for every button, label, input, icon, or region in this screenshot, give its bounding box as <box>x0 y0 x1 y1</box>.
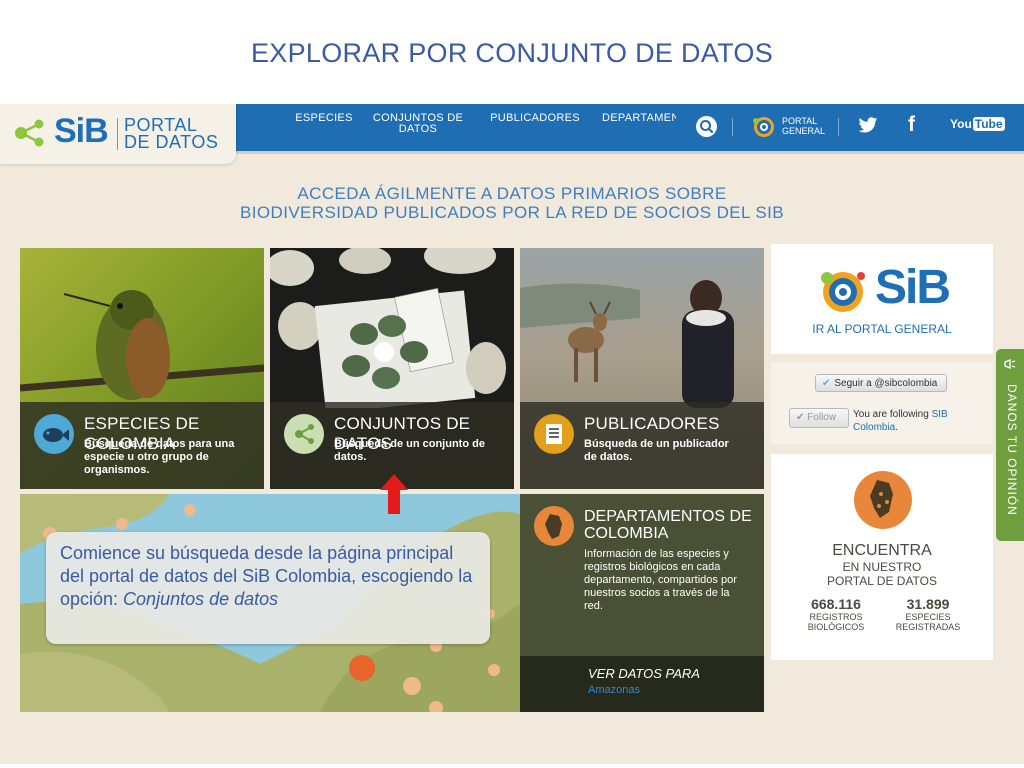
tile-title: PUBLICADORES <box>584 414 720 433</box>
tile-title-line1: DEPARTAMENTOS DE <box>584 508 752 525</box>
registros-value: 668.116 <box>811 596 861 612</box>
tagline-line1: ACCEDA ÁGILMENTE A DATOS PRIMARIOS SOBRE <box>297 184 727 203</box>
especies-label: REGISTRADAS <box>895 622 961 632</box>
twitter-icon: ✔ <box>822 377 831 389</box>
ver-datos-label: VER DATOS PARA <box>588 666 700 681</box>
nav-label: DEPARTAMEN <box>602 113 676 124</box>
nav-publicadores[interactable]: PUBLICADORES <box>488 113 582 124</box>
navbar-shadow <box>236 151 1024 154</box>
especies-value: 31.899 <box>906 596 950 612</box>
bird-eggs-image <box>270 248 506 408</box>
facebook-icon[interactable]: f <box>908 113 915 137</box>
sib-portal-logo[interactable]: SiB PORTAL DE DATOS <box>0 104 236 164</box>
tagline-line2: BIODIVERSIDAD PUBLICADOS POR LA RED DE S… <box>240 203 784 222</box>
ver-datos-panel[interactable]: VER DATOS PARA Amazonas <box>520 656 764 712</box>
slide-title: EXPLORAR POR CONJUNTO DE DATOS <box>250 38 774 68</box>
tile-title-line2: COLOMBIA <box>584 525 669 542</box>
nav-conjuntos-de-datos[interactable]: CONJUNTOS DE DATOS <box>372 113 464 135</box>
nav-especies[interactable]: ESPECIES <box>292 113 356 124</box>
especies-stat: 31.899 ESPECIES REGISTRADAS <box>883 596 973 632</box>
encuentra-line: EN NUESTRO <box>842 560 922 574</box>
portal-general-logo-icon[interactable] <box>751 114 777 140</box>
network-nodes-icon <box>15 119 44 147</box>
hummingbird-image <box>20 290 264 400</box>
nav-label: DATOS <box>398 123 438 135</box>
nav-departamentos[interactable]: DEPARTAMEN <box>602 113 676 124</box>
fish-icon <box>34 414 74 454</box>
nav-label: ESPECIES <box>295 112 353 124</box>
colombia-map-icon <box>534 506 574 546</box>
feedback-label[interactable]: DANOS TU OPINIÓN <box>1005 384 1019 516</box>
portal-screenshot: SiB PORTAL DE DATOS ESPECIES CONJUNTOS D… <box>0 104 1024 764</box>
nav-divider <box>838 118 839 136</box>
tile-description: Búsqueda de un publicador de datos. <box>584 438 729 463</box>
region-link[interactable]: Amazonas <box>588 684 640 696</box>
nav-label: PUBLICADORES <box>490 112 580 124</box>
encuentra-line: ENCUENTRA <box>832 542 932 559</box>
youtube-icon[interactable]: You Tube <box>950 117 1005 131</box>
instruction-callout: Comience su búsqueda desde la página pri… <box>46 532 490 644</box>
logo-portal-text: PORTAL DE DATOS <box>124 116 219 152</box>
following-text: You are following <box>853 409 929 420</box>
portal-general-line2: GENERAL <box>782 126 826 136</box>
search-button[interactable] <box>696 116 717 137</box>
logo-separator <box>117 118 118 150</box>
network-nodes-icon <box>284 414 324 454</box>
encuentra-line: PORTAL DE DATOS <box>826 574 938 588</box>
following-status: You are following SIB Colombia. <box>853 409 948 433</box>
tile-conjuntos-de-datos[interactable]: CONJUNTOS DE DATOS Búsqueda de un conjun… <box>270 248 514 489</box>
tile-description: Búsqueda de un conjunto de datos. <box>334 438 485 463</box>
tagline: ACCEDA ÁGILMENTE A DATOS PRIMARIOS SOBRE… <box>0 184 1024 222</box>
tile-publicadores[interactable]: PUBLICADORES Búsqueda de un publicador d… <box>520 248 764 489</box>
callout-text-italic: Conjuntos de datos <box>123 589 279 609</box>
tile-caption: ESPECIES DE COLOMBIA Búsqueda de datos p… <box>20 402 264 489</box>
following-link[interactable]: Colombia <box>853 422 895 433</box>
youtube-tube: Tube <box>972 117 1005 131</box>
tile-caption: PUBLICADORES Búsqueda de un publicador d… <box>520 402 764 489</box>
ir-portal-link[interactable]: IR AL PORTAL GENERAL <box>771 322 993 336</box>
search-icon <box>700 120 714 134</box>
check-icon: ✔ <box>796 412 805 423</box>
top-navbar: ESPECIES CONJUNTOS DE DATOS PUBLICADORES… <box>236 104 1024 151</box>
sib-logo-icon <box>821 272 865 312</box>
megaphone-icon <box>1004 359 1016 369</box>
tile-description: Búsqueda de datos para una especie u otr… <box>84 438 235 476</box>
logo-sib-text: SiB <box>54 112 109 150</box>
registros-stat: 668.116 REGISTROS BIOLÓGICOS <box>791 596 881 632</box>
tile-especies-de-colombia[interactable]: ESPECIES DE COLOMBIA Búsqueda de datos p… <box>20 248 264 489</box>
nav-divider <box>732 118 733 136</box>
tile-departamentos-de-colombia[interactable]: DEPARTAMENTOS DE COLOMBIA Información de… <box>520 494 764 712</box>
tile-description: Información de las especies y registros … <box>584 548 737 612</box>
logo-portal-line2: DE DATOS <box>124 132 219 152</box>
ir-portal-general-card[interactable]: SiB IR AL PORTAL GENERAL <box>771 244 993 354</box>
registros-label: REGISTROS <box>809 612 863 622</box>
follow-label: Follow <box>807 412 837 423</box>
twitter-icon[interactable] <box>858 117 878 134</box>
registros-label: BIOLÓGICOS <box>807 622 865 632</box>
portal-general-link[interactable]: PORTAL GENERAL <box>782 116 825 136</box>
following-link[interactable]: SIB <box>932 409 948 420</box>
colombia-map-icon <box>854 471 912 529</box>
twitter-follow-card: ✔ Seguir a @sibcolombia ✔ Follow You are… <box>771 362 993 444</box>
deer-and-person-image <box>520 280 734 408</box>
seguir-label: Seguir a @sibcolombia <box>834 377 938 389</box>
sidebar-sib-text: SiB <box>875 261 951 314</box>
follow-button[interactable]: ✔ Follow <box>789 408 849 428</box>
portal-general-line1: PORTAL <box>782 116 818 126</box>
seguir-button[interactable]: ✔ Seguir a @sibcolombia <box>815 374 947 392</box>
especies-label: ESPECIES <box>905 612 951 622</box>
tile-title: DEPARTAMENTOS DE COLOMBIA <box>584 508 752 542</box>
callout-text: Comience su búsqueda desde la página pri… <box>60 542 480 611</box>
red-arrow-pointer <box>380 474 408 514</box>
youtube-you: You <box>950 117 972 131</box>
encuentra-stats-card[interactable]: ENCUENTRA EN NUESTRO PORTAL DE DATOS 668… <box>771 454 993 660</box>
encuentra-heading: ENCUENTRA EN NUESTRO PORTAL DE DATOS <box>771 542 993 588</box>
document-icon <box>534 414 574 454</box>
